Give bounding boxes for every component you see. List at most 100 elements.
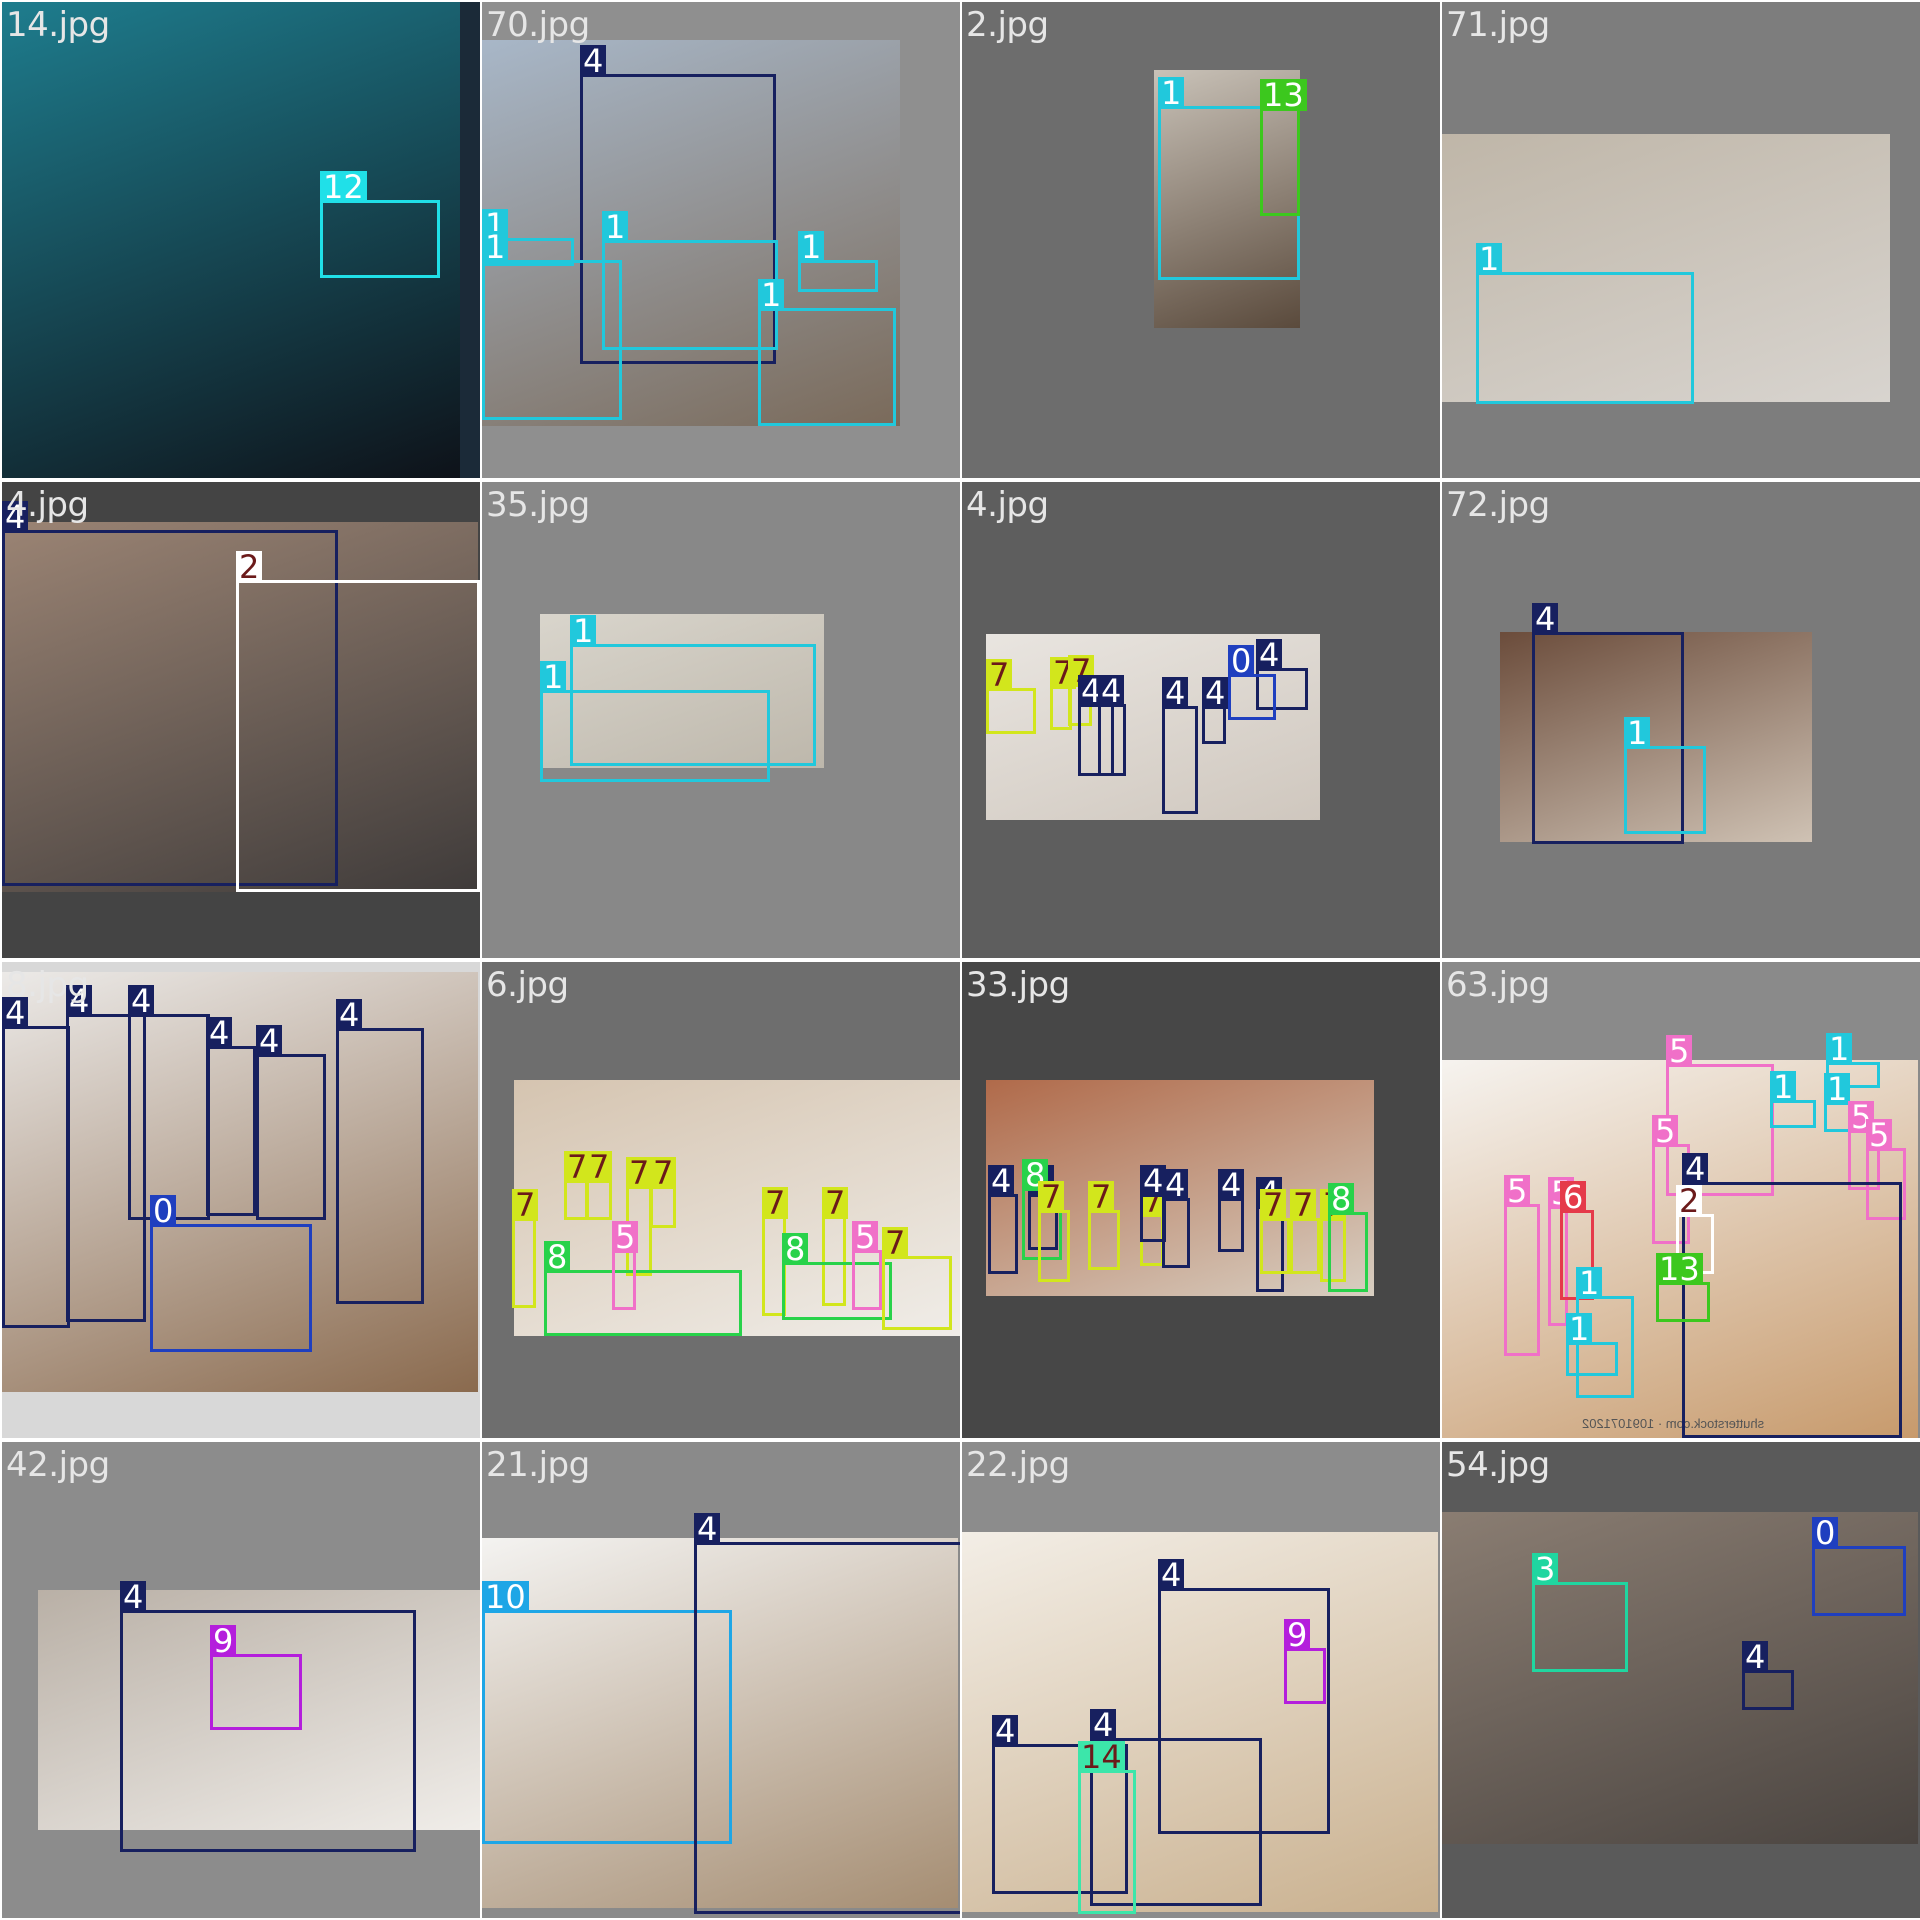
tile-filename-label: 22.jpg — [966, 1445, 1070, 1485]
image-tile[interactable]: shutterstock.com · 1091071202 63.jpg 5 1 1 1 5… — [1442, 962, 1920, 1438]
detection-box: 4 — [1202, 677, 1229, 744]
detection-box: 7 — [986, 659, 1036, 734]
class-id-label: 14 — [1078, 1741, 1125, 1773]
detection-box: 4 — [2, 997, 70, 1328]
detection-box: 0 — [1228, 645, 1276, 720]
tile-filename-label: 6.jpg — [486, 965, 569, 1005]
detection-box: 4 — [1162, 1169, 1190, 1268]
class-id-label: 4 — [1158, 1559, 1185, 1591]
class-id-label: 4 — [206, 1017, 233, 1049]
class-id-label: 1 — [1158, 77, 1185, 109]
class-id-label: 1 — [602, 211, 629, 243]
image-tile[interactable]: 35.jpg 1 1 — [482, 482, 960, 958]
detection-box: 1 — [1566, 1313, 1618, 1376]
detection-box: 1 — [602, 211, 778, 350]
class-id-label: 4 — [1256, 639, 1283, 671]
class-id-label: 4 — [1532, 603, 1559, 635]
class-id-label: 7 — [1038, 1181, 1065, 1213]
tile-filename-label: 8.jpg — [6, 965, 89, 1005]
image-tile[interactable]: 6.jpg 7 7 7 7 7 8 5 7 7 8 5 7 — [482, 962, 960, 1438]
tile-filename-label: 4.jpg — [6, 485, 89, 525]
class-id-label: 7 — [650, 1157, 677, 1189]
image-tile[interactable]: 8.jpg 4 4 4 4 4 4 0 — [2, 962, 480, 1438]
detection-box: 4 — [694, 1513, 960, 1914]
class-id-label: 2 — [236, 551, 263, 583]
class-id-label: 8 — [782, 1233, 809, 1265]
class-id-label: 13 — [1656, 1253, 1703, 1285]
image-tile[interactable]: 72.jpg 4 1 — [1442, 482, 1920, 958]
detection-box: 1 — [540, 661, 770, 782]
class-id-label: 1 — [1770, 1071, 1797, 1103]
class-id-label: 4 — [128, 985, 155, 1017]
image-tile[interactable]: 33.jpg44877744447778 — [962, 962, 1440, 1438]
class-id-label: 9 — [210, 1625, 237, 1657]
tile-filename-label: 70.jpg — [486, 5, 590, 45]
detection-box: 5 — [1504, 1175, 1540, 1356]
detection-box: 0 — [1812, 1517, 1906, 1616]
class-id-label: 8 — [1328, 1183, 1355, 1215]
image-tile[interactable]: 70.jpg 4 1 1 1 1 1 — [482, 2, 960, 478]
image-tile[interactable]: 4.jpg 7 7 7 4 4 4 4 4 0 — [962, 482, 1440, 958]
class-id-label: 1 — [1826, 1033, 1853, 1065]
class-id-label: 4 — [256, 1025, 283, 1057]
class-id-label: 13 — [1260, 79, 1307, 111]
class-id-label: 7 — [586, 1151, 613, 1183]
class-id-label: 0 — [1812, 1517, 1839, 1549]
class-id-label: 7 — [1290, 1189, 1317, 1221]
detection-box: 3 — [1532, 1553, 1628, 1672]
class-id-label: 3 — [1532, 1553, 1559, 1585]
class-id-label: 1 — [758, 279, 785, 311]
class-id-label: 5 — [1866, 1119, 1893, 1151]
image-tile[interactable]: 42.jpg 4 9 — [2, 1442, 480, 1918]
tile-filename-label: 2.jpg — [966, 5, 1049, 45]
image-tile[interactable]: 2.jpg 1 13 — [962, 2, 1440, 478]
tile-filename-label: 21.jpg — [486, 1445, 590, 1485]
class-id-label: 0 — [1228, 645, 1255, 677]
detection-box: 1 — [1624, 717, 1706, 834]
detection-box: 7 — [512, 1189, 539, 1308]
class-id-label: 4 — [120, 1581, 147, 1613]
class-id-label: 1 — [540, 661, 567, 693]
class-id-label: 4 — [1098, 675, 1125, 707]
detection-box: 1 — [1476, 243, 1694, 404]
class-id-label: 5 — [1652, 1115, 1679, 1147]
class-id-label: 7 — [626, 1157, 653, 1189]
class-id-label: 5 — [1504, 1175, 1531, 1207]
image-tile[interactable]: 22.jpg 4 9 4 4 14 — [962, 1442, 1440, 1918]
class-id-label: 7 — [986, 659, 1013, 691]
detection-box: 4 — [128, 985, 210, 1220]
class-id-label: 4 — [1090, 1709, 1117, 1741]
detection-box: 4 — [988, 1165, 1018, 1274]
detection-box: 13 — [1656, 1253, 1710, 1322]
class-id-label: 4 — [1162, 1169, 1189, 1201]
image-tile[interactable]: 71.jpg 1 — [1442, 2, 1920, 478]
class-id-label: 4 — [988, 1165, 1015, 1197]
class-id-label: 4 — [1682, 1153, 1709, 1185]
class-id-label: 8 — [544, 1241, 571, 1273]
image-tile[interactable]: 21.jpg 10 4 — [482, 1442, 960, 1918]
detection-box: 13 — [1260, 79, 1307, 216]
detection-box: 12 — [320, 171, 440, 278]
image-tile[interactable]: 14.jpg 12 — [2, 2, 480, 478]
class-id-label: 1 — [1824, 1073, 1851, 1105]
class-id-label: 4 — [336, 999, 363, 1031]
class-id-label: 4 — [1742, 1641, 1769, 1673]
detection-box: 9 — [210, 1625, 302, 1730]
detection-box: 7 — [1290, 1189, 1320, 1274]
tile-filename-label: 33.jpg — [966, 965, 1070, 1005]
detection-box: 2 — [236, 551, 480, 892]
class-id-label: 9 — [1284, 1619, 1311, 1651]
class-id-label: 7 — [822, 1187, 849, 1219]
class-id-label: 7 — [1088, 1181, 1115, 1213]
image-tile[interactable]: 4.jpg 4 2 — [2, 482, 480, 958]
detection-box: 8 — [1328, 1183, 1368, 1292]
image-grid: 14.jpg 12 70.jpg 4 1 1 1 1 1 2.jpg 1 13 71.jpg 1 4.jpg… — [0, 0, 1920, 1920]
detection-box: 14 — [1078, 1741, 1136, 1914]
detection-box: 4 — [1218, 1169, 1245, 1252]
tile-filename-label: 35.jpg — [486, 485, 590, 525]
class-id-label: 7 — [512, 1189, 539, 1221]
detection-box: 7 — [1260, 1189, 1290, 1274]
detection-box: 4 — [336, 999, 424, 1304]
image-tile[interactable]: 54.jpg 3 0 4 — [1442, 1442, 1920, 1918]
class-id-label: 4 — [992, 1715, 1019, 1747]
